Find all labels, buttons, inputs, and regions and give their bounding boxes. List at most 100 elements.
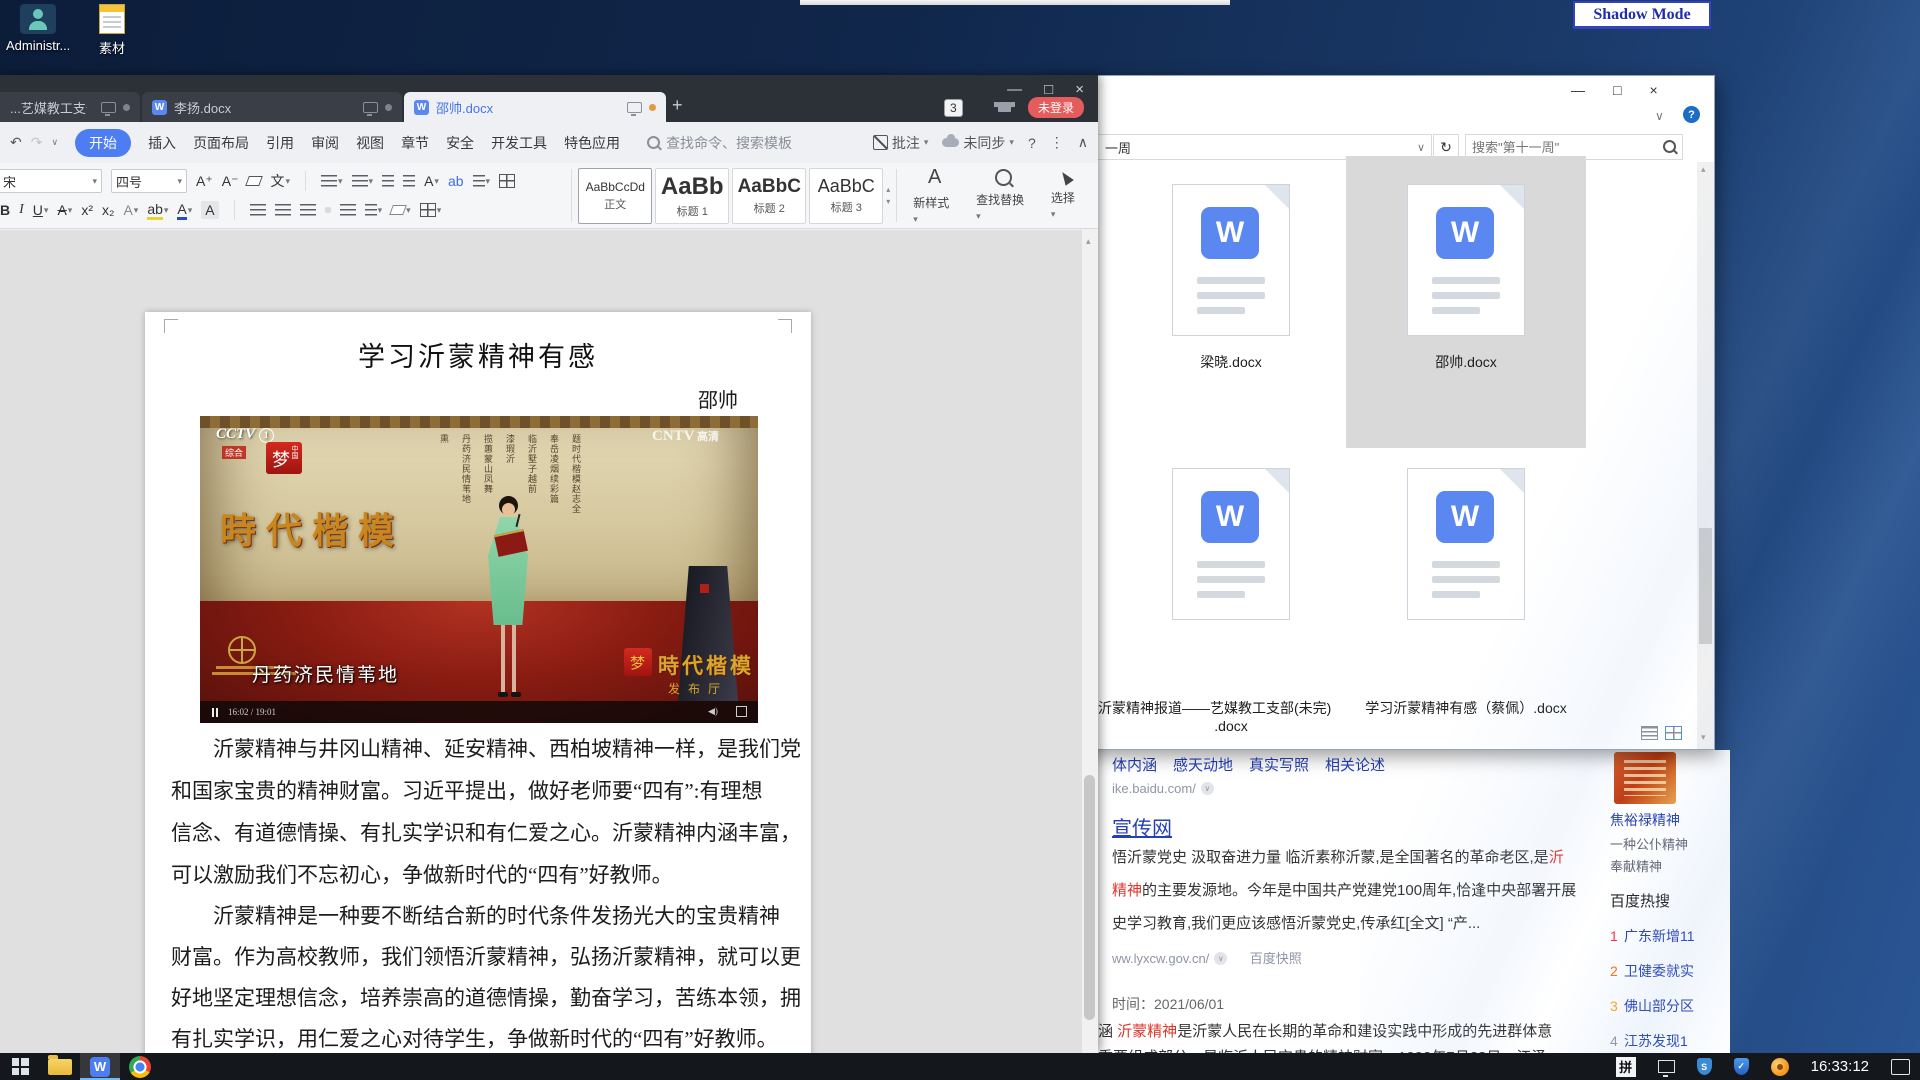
ribbon-tab-view[interactable]: 视图 — [356, 133, 384, 153]
ribbon-tab-section[interactable]: 章节 — [401, 133, 429, 153]
borders-button[interactable]: ▾ — [420, 203, 442, 217]
text-effects-button[interactable]: A▾ — [123, 202, 138, 218]
result-heading-link[interactable]: 宣传网 — [1112, 812, 1172, 841]
ribbon-tab-home[interactable]: 开始 — [75, 129, 131, 157]
result-url[interactable]: ike.baidu.com/ — [1112, 781, 1196, 796]
hot-search-item[interactable]: 2卫健委就实 — [1610, 961, 1694, 981]
tray-shield-icon[interactable]: ✓ — [1734, 1058, 1749, 1075]
taskbar-chrome[interactable] — [120, 1053, 160, 1080]
align-right-icon[interactable] — [300, 204, 316, 216]
explorer-scrollbar[interactable]: ▴ ▾ — [1697, 162, 1714, 750]
hot-search-item[interactable]: 1广东新增11 — [1610, 926, 1695, 946]
select-button[interactable]: 选择 ▾ — [1041, 167, 1092, 224]
url-dropdown-icon[interactable]: ∨ — [1201, 782, 1214, 795]
gallery-down-icon[interactable]: ▾ — [886, 197, 890, 206]
find-replace-button[interactable]: 查找替换 ▾ — [966, 167, 1041, 224]
increase-indent-icon[interactable] — [403, 175, 415, 187]
file-item[interactable]: W 习沂蒙精神报道——艺媒教工支部(未完) .docx — [1111, 452, 1351, 742]
new-tab-button[interactable]: + — [672, 95, 683, 116]
highlight-button[interactable]: ab▾ — [147, 201, 168, 220]
doc-tab[interactable]: ...艺媒教工支部 — [0, 92, 140, 122]
maximize-icon[interactable]: □ — [1044, 81, 1053, 98]
strikethrough-button[interactable]: A▾ — [57, 202, 72, 218]
result-link[interactable]: 感天动地 — [1173, 754, 1233, 775]
undo-icon[interactable]: ↶ — [10, 134, 22, 151]
start-button[interactable] — [0, 1053, 40, 1080]
shadow-mode-button[interactable]: Shadow Mode — [1573, 1, 1711, 29]
text-direction-button[interactable]: A▾ — [424, 173, 439, 189]
sync-button[interactable]: 未同步▾ — [942, 133, 1014, 153]
minimize-icon[interactable]: — — [1571, 82, 1585, 98]
pinyin-guide-button[interactable]: 文▾ — [270, 171, 290, 191]
document-canvas[interactable]: 学习沂蒙精神有感 邵帅 CCTV 1 综合 梦 中国 時代楷模 — [0, 230, 1098, 1053]
font-color-button[interactable]: A▾ — [177, 201, 192, 220]
superscript-button[interactable]: x² — [81, 202, 93, 218]
pause-icon[interactable] — [212, 708, 214, 717]
styles-gallery-spinner[interactable]: ▴ ▾ — [886, 185, 890, 206]
tray-shield-s-icon[interactable]: S — [1697, 1058, 1712, 1075]
hot-text[interactable]: 江苏发现1 — [1624, 1033, 1688, 1049]
taskbar-clock[interactable]: 16:33:12 — [1811, 1058, 1869, 1075]
ime-indicator[interactable]: 拼 — [1616, 1057, 1636, 1077]
decrease-indent-icon[interactable] — [382, 175, 394, 187]
italic-button[interactable]: I — [19, 202, 24, 218]
numbered-list-button[interactable]: ▾ — [352, 175, 374, 187]
document-scrollbar[interactable]: ▴ — [1081, 230, 1098, 1053]
volume-icon[interactable]: ◀) — [708, 706, 718, 717]
shrink-font-button[interactable]: A⁻ — [222, 173, 239, 190]
shading-button[interactable]: ▾ — [391, 205, 411, 216]
scroll-down-icon[interactable]: ▾ — [1701, 732, 1706, 743]
login-button[interactable]: 未登录 — [1028, 97, 1084, 118]
collapse-ribbon-icon[interactable]: ∧ — [1078, 134, 1088, 151]
video-player-bar[interactable]: 16:02 / 19:01 ◀) — [200, 701, 758, 723]
embedded-video-image[interactable]: CCTV 1 综合 梦 中国 時代楷模 题时代楷模赵志全 奉岳凌烟续彩篇 临沂墅… — [200, 416, 758, 723]
scroll-up-icon[interactable]: ▴ — [1701, 164, 1706, 175]
doc-tab[interactable]: W 李扬.docx — [142, 92, 402, 122]
taskbar-wps[interactable]: W — [80, 1053, 120, 1080]
style-heading2[interactable]: AaBbC标题 2 — [732, 168, 806, 224]
clear-format-icon[interactable] — [246, 176, 264, 186]
result-url[interactable]: ww.lyxcw.gov.cn/ — [1112, 951, 1209, 966]
hot-search-item[interactable]: 4江苏发现1 — [1610, 1031, 1688, 1051]
font-name-combo[interactable]: 宋▾ — [0, 169, 102, 193]
address-dropdown-icon[interactable]: ∨ — [1417, 141, 1425, 154]
style-normal[interactable]: AaBbCcDd正文 — [578, 168, 652, 224]
hot-text[interactable]: 佛山部分区 — [1624, 998, 1694, 1014]
url-dropdown-icon[interactable]: ∨ — [1214, 952, 1227, 965]
line-spacing-button[interactable]: ▾ — [365, 204, 383, 216]
close-icon[interactable]: × — [1649, 82, 1657, 98]
file-item[interactable]: W 学习沂蒙精神有感（蔡佩）.docx — [1346, 452, 1586, 742]
document-page[interactable]: 学习沂蒙精神有感 邵帅 CCTV 1 综合 梦 中国 時代楷模 — [145, 312, 811, 1053]
ribbon-tab-layout[interactable]: 页面布局 — [193, 133, 249, 153]
hot-text[interactable]: 广东新增11 — [1624, 928, 1695, 944]
maximize-icon[interactable]: □ — [1613, 82, 1621, 98]
char-shading-button[interactable]: A — [201, 201, 218, 219]
sidebar-thumbnail-image[interactable] — [1614, 752, 1676, 804]
command-search[interactable]: 查找命令、搜索模板 — [647, 133, 792, 153]
details-view-icon[interactable] — [1641, 726, 1658, 740]
style-heading1[interactable]: AaBb标题 1 — [655, 168, 729, 224]
tray-orange-icon[interactable] — [1771, 1058, 1789, 1076]
scrollbar-thumb[interactable] — [1699, 528, 1712, 644]
ribbon-tab-apps[interactable]: 特色应用 — [564, 133, 620, 153]
file-item-selected[interactable]: W 邵帅.docx — [1346, 156, 1586, 448]
style-heading3[interactable]: AaBbC标题 3 — [809, 168, 883, 224]
search-icon[interactable] — [1663, 140, 1676, 153]
taskbar-file-explorer[interactable] — [40, 1053, 80, 1080]
file-item[interactable]: W 梁晓.docx — [1111, 160, 1351, 448]
close-icon[interactable]: × — [1075, 81, 1084, 98]
hot-search-item[interactable]: 3佛山部分区 — [1610, 996, 1694, 1016]
distribute-icon[interactable] — [340, 204, 356, 216]
align-left-icon[interactable] — [250, 204, 266, 216]
ribbon-tab-insert[interactable]: 插入 — [148, 133, 176, 153]
align-center-icon[interactable] — [275, 204, 291, 216]
font-size-combo[interactable]: 四号▾ — [111, 169, 187, 193]
bullet-list-button[interactable]: ▾ — [321, 175, 343, 187]
ribbon-tab-devtools[interactable]: 开发工具 — [491, 133, 547, 153]
help-icon[interactable]: ? — [1683, 106, 1700, 123]
bold-button[interactable]: B — [0, 202, 10, 218]
more-icon[interactable]: ⋮ — [1050, 134, 1064, 151]
ribbon-collapse-icon[interactable]: ∨ — [1655, 109, 1664, 123]
help-icon[interactable]: ? — [1028, 135, 1036, 151]
sidebar-link[interactable]: 焦裕禄精神 — [1610, 810, 1680, 830]
